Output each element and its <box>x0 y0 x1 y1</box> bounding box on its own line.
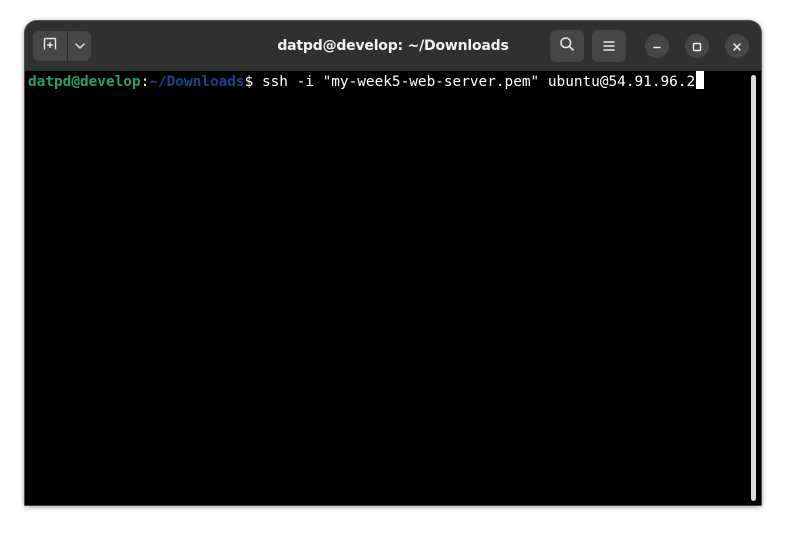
window-title: datpd@develop: ~/Downloads <box>277 38 509 54</box>
command-line: datpd@develop:~/Downloads$ ssh -i "my-we… <box>28 71 705 91</box>
main-menu-button[interactable] <box>592 30 626 62</box>
prompt-user-host: datpd@develop <box>28 74 141 90</box>
minimize-icon <box>652 37 662 56</box>
search-icon <box>559 36 575 56</box>
maximize-icon <box>692 37 702 56</box>
prompt-path: ~/Downloads <box>149 74 245 90</box>
close-icon <box>732 37 742 56</box>
tab-menu-dropdown-button[interactable] <box>68 31 91 61</box>
new-tab-split-button <box>33 31 91 61</box>
terminal-output-area[interactable]: datpd@develop:~/Downloads$ ssh -i "my-we… <box>25 71 761 505</box>
scrollbar-thumb[interactable] <box>751 75 756 501</box>
minimize-button[interactable] <box>645 34 669 58</box>
new-tab-icon <box>42 36 58 56</box>
search-button[interactable] <box>550 30 584 62</box>
prompt-symbol: $ <box>244 74 262 90</box>
text-cursor <box>696 71 705 89</box>
scrollbar[interactable] <box>749 71 758 505</box>
prompt-separator: : <box>140 74 150 90</box>
close-button[interactable] <box>725 34 749 58</box>
maximize-button[interactable] <box>685 34 709 58</box>
command-text: ssh -i "my-week5-web-server.pem" ubuntu@… <box>261 74 696 90</box>
hamburger-menu-icon <box>602 37 616 56</box>
chevron-down-icon <box>74 37 86 56</box>
terminal-window: datpd@develop: ~/Downloads datpd@develop… <box>25 21 761 505</box>
new-tab-button[interactable] <box>33 31 68 61</box>
header-bar: datpd@develop: ~/Downloads <box>25 21 761 71</box>
